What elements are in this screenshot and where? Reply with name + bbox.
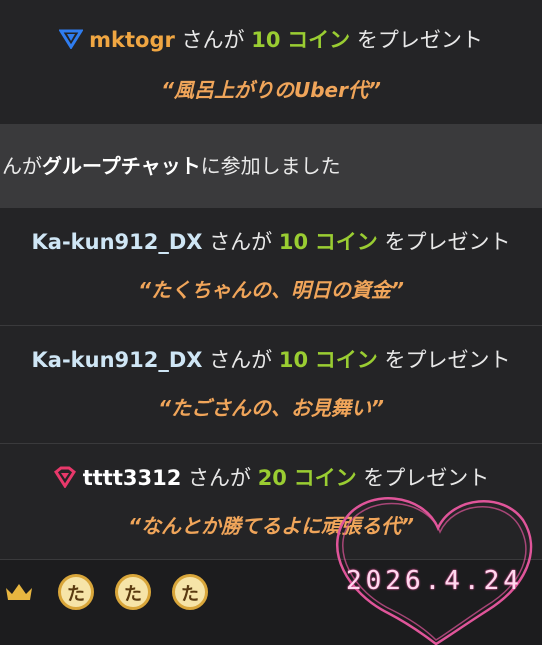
gift-message: “たごさんの、お見舞い” — [158, 396, 384, 420]
gift-amount: 10 — [278, 230, 309, 254]
system-bold: グループチャット — [42, 154, 201, 178]
gift-header: Ka-kun912_DX さんが 10 コイン をプレゼント — [0, 226, 542, 256]
gift-amount: 10 — [278, 348, 309, 372]
gift-username[interactable]: mktogr — [89, 28, 175, 52]
gift-card: mktogr さんが 10 コイン をプレゼント “風呂上がりのUber代” — [0, 0, 542, 125]
gift-action: をプレゼント — [384, 230, 511, 254]
triangle-badge-icon — [58, 29, 84, 54]
gift-suffix: さんが — [209, 348, 273, 372]
gift-message: “たくちゃんの、明日の資金” — [138, 278, 404, 302]
gift-message: “風呂上がりのUber代” — [161, 78, 381, 102]
coin-icon[interactable]: た — [58, 574, 94, 610]
coin-icon[interactable]: た — [172, 574, 208, 610]
gift-unit: コイン — [287, 28, 351, 52]
gift-unit: コイン — [314, 348, 378, 372]
gift-unit: コイン — [314, 230, 378, 254]
gift-card: Ka-kun912_DX さんが 10 コイン をプレゼント “たごさんの、お見… — [0, 326, 542, 444]
gift-header: mktogr さんが 10 コイン をプレゼント — [0, 24, 542, 54]
gift-action: をプレゼント — [384, 348, 511, 372]
gift-action: をプレゼント — [356, 28, 483, 52]
system-message: んがグループチャットに参加しました — [0, 125, 542, 208]
system-prefix: んが — [2, 154, 42, 178]
gift-action: をプレゼント — [363, 466, 490, 490]
gift-username[interactable]: tttt3312 — [83, 466, 182, 490]
system-suffix: に参加しました — [200, 154, 341, 178]
diamond-badge-icon — [53, 466, 77, 493]
coin-icon[interactable]: た — [115, 574, 151, 610]
gift-unit: コイン — [293, 466, 357, 490]
gift-suffix: さんが — [181, 28, 245, 52]
gift-username[interactable]: Ka-kun912_DX — [32, 348, 203, 372]
handwritten-date: 2026.4.24 — [346, 566, 523, 596]
gift-card: Ka-kun912_DX さんが 10 コイン をプレゼント “たくちゃんの、明… — [0, 208, 542, 326]
gift-header: Ka-kun912_DX さんが 10 コイン をプレゼント — [0, 344, 542, 374]
gift-suffix: さんが — [188, 466, 251, 490]
gift-username[interactable]: Ka-kun912_DX — [32, 230, 203, 254]
gift-amount: 20 — [257, 466, 287, 490]
gift-suffix: さんが — [209, 230, 273, 254]
crown-icon — [4, 582, 34, 606]
gift-amount: 10 — [251, 28, 281, 52]
